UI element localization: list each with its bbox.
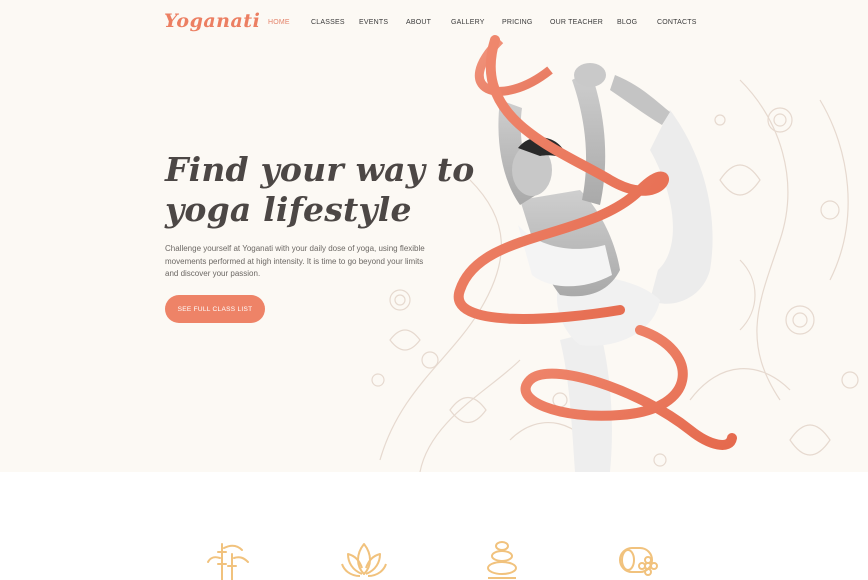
nav-item-contacts[interactable]: CONTACTS	[657, 19, 697, 26]
stacked-stones-icon	[487, 541, 517, 579]
brand-logo[interactable]: Yoganati	[164, 10, 260, 32]
nav-item-home[interactable]: HOME	[268, 19, 290, 26]
hero-yoga-image	[453, 35, 737, 472]
features-section	[0, 472, 868, 580]
nav-item-pricing[interactable]: PRICING	[502, 19, 533, 26]
hero-section: Yoganati HOME CLASSES EVENTS ABOUT GALLE…	[0, 0, 868, 472]
nav-item-gallery[interactable]: GALLERY	[451, 19, 485, 26]
nav-item-events[interactable]: EVENTS	[359, 19, 388, 26]
nav-item-about[interactable]: ABOUT	[406, 19, 431, 26]
hero-title-line-1: Find your way to	[165, 150, 475, 189]
yoga-mat-flower-icon	[619, 547, 658, 576]
bamboo-icon	[207, 543, 249, 580]
nav-item-blog[interactable]: BLOG	[617, 19, 637, 26]
hero-title-line-2: yoga lifestyle	[165, 190, 412, 229]
nav-item-classes[interactable]: CLASSES	[311, 19, 345, 26]
see-full-class-list-button[interactable]: SEE FULL CLASS LIST	[165, 295, 265, 323]
lotus-icon	[341, 543, 387, 577]
hero-title: Find your way to yoga lifestyle	[165, 150, 475, 230]
hero-intro: Challenge yourself at Yoganati with your…	[165, 244, 425, 278]
nav-item-our-teacher[interactable]: OUR TEACHER	[550, 19, 603, 26]
